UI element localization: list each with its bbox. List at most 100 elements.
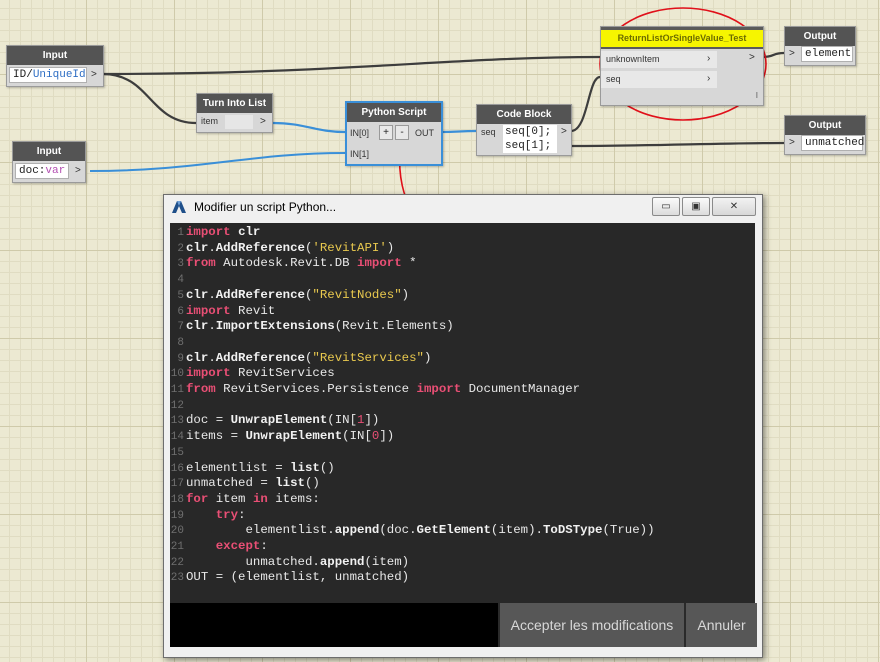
line-number: 14 [170, 431, 184, 444]
code-editor[interactable]: 1 import clr 2 clr.AddReference('RevitAPI')… [170, 223, 755, 603]
return-list-node[interactable]: ReturnListOrSingleValue_Test unknownItem… [600, 26, 764, 106]
node-title: Input [13, 142, 85, 161]
value-prefix: doc: [19, 165, 46, 177]
input-port-unknownitem-row[interactable]: unknownItem › [601, 51, 717, 68]
output-node-element[interactable]: Output > element [784, 26, 856, 66]
value-type: UniqueId [32, 69, 86, 81]
code-line[interactable]: 17 unmatched = list() [170, 476, 320, 492]
line-number: 3 [177, 258, 184, 271]
output-port-arrow[interactable]: > [749, 52, 755, 63]
input-port-arrow[interactable]: > [789, 137, 795, 148]
code-text: for item in items: [186, 491, 320, 506]
line-number: 16 [170, 462, 184, 475]
output-port-arrow[interactable]: > [561, 126, 567, 137]
line-number: 22 [170, 556, 184, 569]
minimize-button[interactable]: ▭ [652, 197, 680, 216]
turn-into-list-node[interactable]: Turn Into List item > [196, 93, 273, 133]
code-block-editor[interactable]: seq[0]; seq[1]; [503, 125, 557, 153]
input-node-doc[interactable]: Input doc:var > [12, 141, 86, 183]
code-line[interactable]: 6 import Revit [170, 304, 275, 320]
output-name-field[interactable]: element [801, 46, 853, 62]
node-title: Output [785, 27, 855, 46]
output-port-arrow[interactable]: > [260, 116, 266, 127]
wire-codeblock-to-returnlist [570, 75, 601, 133]
code-line[interactable]: 5 clr.AddReference("RevitNodes") [170, 288, 409, 304]
add-input-button[interactable]: + [379, 125, 393, 140]
wire-id-to-turnintolist [102, 72, 197, 125]
maximize-button[interactable]: ▣ [682, 197, 710, 216]
dialog-title: Modifier un script Python... [194, 200, 337, 214]
node-body: unknownItem › seq › > l [601, 49, 763, 105]
code-text: except: [215, 539, 268, 553]
output-port-out[interactable]: OUT [415, 128, 434, 138]
input-port-arrow[interactable]: > [789, 48, 795, 59]
code-line[interactable]: 2 clr.AddReference('RevitAPI') [170, 241, 394, 257]
node-body: ID/UniqueId > [7, 65, 103, 83]
code-line-2: seq[1]; [505, 140, 552, 152]
close-button[interactable]: ✕ [712, 197, 756, 216]
chevron-right-icon: › [707, 53, 711, 64]
input-port-item[interactable]: item [201, 116, 218, 126]
code-line[interactable]: 4 [170, 272, 186, 288]
input-value-field[interactable]: ID/UniqueId [9, 67, 87, 83]
code-line[interactable]: 15 [170, 445, 186, 461]
input-port-seq[interactable]: seq [481, 127, 496, 137]
code-block-node[interactable]: Code Block seq seq[0]; seq[1]; > [476, 104, 572, 156]
node-title: Code Block [477, 105, 571, 124]
code-text: unmatched = list() [186, 476, 320, 491]
output-node-unmatched[interactable]: Output > unmatched [784, 115, 866, 155]
input-port-label: seq [606, 74, 621, 84]
code-text: clr.ImportExtensions(Revit.Elements) [186, 319, 454, 334]
window-controls: ▭ ▣ ✕ [652, 197, 756, 216]
input-port-seq-row[interactable]: seq › [601, 71, 717, 88]
line-number: 15 [170, 446, 184, 459]
code-line[interactable]: 19 try: [170, 508, 246, 524]
code-line[interactable]: 13 doc = UnwrapElement(IN[1]) [170, 413, 380, 429]
code-line[interactable]: 14 items = UnwrapElement(IN[0]) [170, 429, 394, 445]
code-line[interactable]: 21 except: [170, 539, 268, 555]
line-number: 17 [170, 478, 184, 491]
dialog-footer: Accepter les modifications Annuler [170, 603, 757, 647]
line-number: 11 [170, 384, 184, 396]
code-line[interactable]: 12 [170, 398, 186, 414]
cancel-button[interactable]: Annuler [684, 603, 757, 647]
code-line[interactable]: 16 elementlist = list() [170, 461, 335, 477]
output-port-arrow[interactable]: > [91, 69, 97, 80]
code-line[interactable]: 1 import clr [170, 225, 260, 241]
node-body: seq seq[0]; seq[1]; > [477, 124, 571, 154]
node-body: > unmatched [785, 135, 865, 152]
remove-input-button[interactable]: - [395, 125, 409, 140]
code-text: OUT = (elementlist, unmatched) [186, 570, 410, 585]
accept-changes-button[interactable]: Accepter les modifications [498, 603, 684, 647]
code-line[interactable]: 23 OUT = (elementlist, unmatched) [170, 570, 409, 586]
code-line[interactable]: 9 clr.AddReference("RevitServices") [170, 351, 431, 367]
code-line[interactable]: 3 from Autodesk.Revit.DB import * [170, 256, 416, 272]
code-line[interactable]: 18 for item in items: [170, 492, 320, 508]
code-line[interactable]: 10 import RevitServices [170, 366, 335, 382]
wire-turnintolist-to-python [272, 121, 346, 134]
code-line[interactable]: 11 from RevitServices.Persistence import … [170, 382, 580, 398]
input-port-in0[interactable]: IN[0] [350, 128, 369, 138]
input-node-uniqueid[interactable]: Input ID/UniqueId > [6, 45, 104, 87]
code-line[interactable]: 22 unmatched.append(item) [170, 555, 409, 571]
output-port-arrow[interactable]: > [75, 165, 81, 176]
line-number: 8 [177, 336, 184, 349]
dialog-title-bar[interactable]: Modifier un script Python... ▭ ▣ ✕ [164, 195, 762, 219]
code-text: doc = UnwrapElement(IN[1]) [186, 413, 380, 428]
code-line[interactable]: 8 [170, 335, 186, 351]
input-value-field[interactable]: doc:var [15, 163, 69, 179]
line-number: 12 [170, 399, 184, 412]
code-text: clr.AddReference("RevitNodes") [186, 287, 410, 302]
node-title: Output [785, 116, 865, 135]
line-number: 7 [177, 321, 184, 334]
python-script-node[interactable]: Python Script IN[0] IN[1] + - OUT [345, 101, 443, 166]
node-title: Input [7, 46, 103, 65]
value-type: var [45, 165, 66, 177]
node-body: > element [785, 46, 855, 63]
code-line[interactable]: 7 clr.ImportExtensions(Revit.Elements) [170, 319, 454, 335]
node-title-bar: ReturnListOrSingleValue_Test [601, 27, 763, 49]
input-port-in1[interactable]: IN[1] [350, 149, 369, 159]
code-line[interactable]: 20 elementlist.append(doc.GetElement(ite… [170, 523, 655, 539]
output-name-field[interactable]: unmatched [801, 135, 864, 151]
line-number: 10 [170, 368, 184, 381]
